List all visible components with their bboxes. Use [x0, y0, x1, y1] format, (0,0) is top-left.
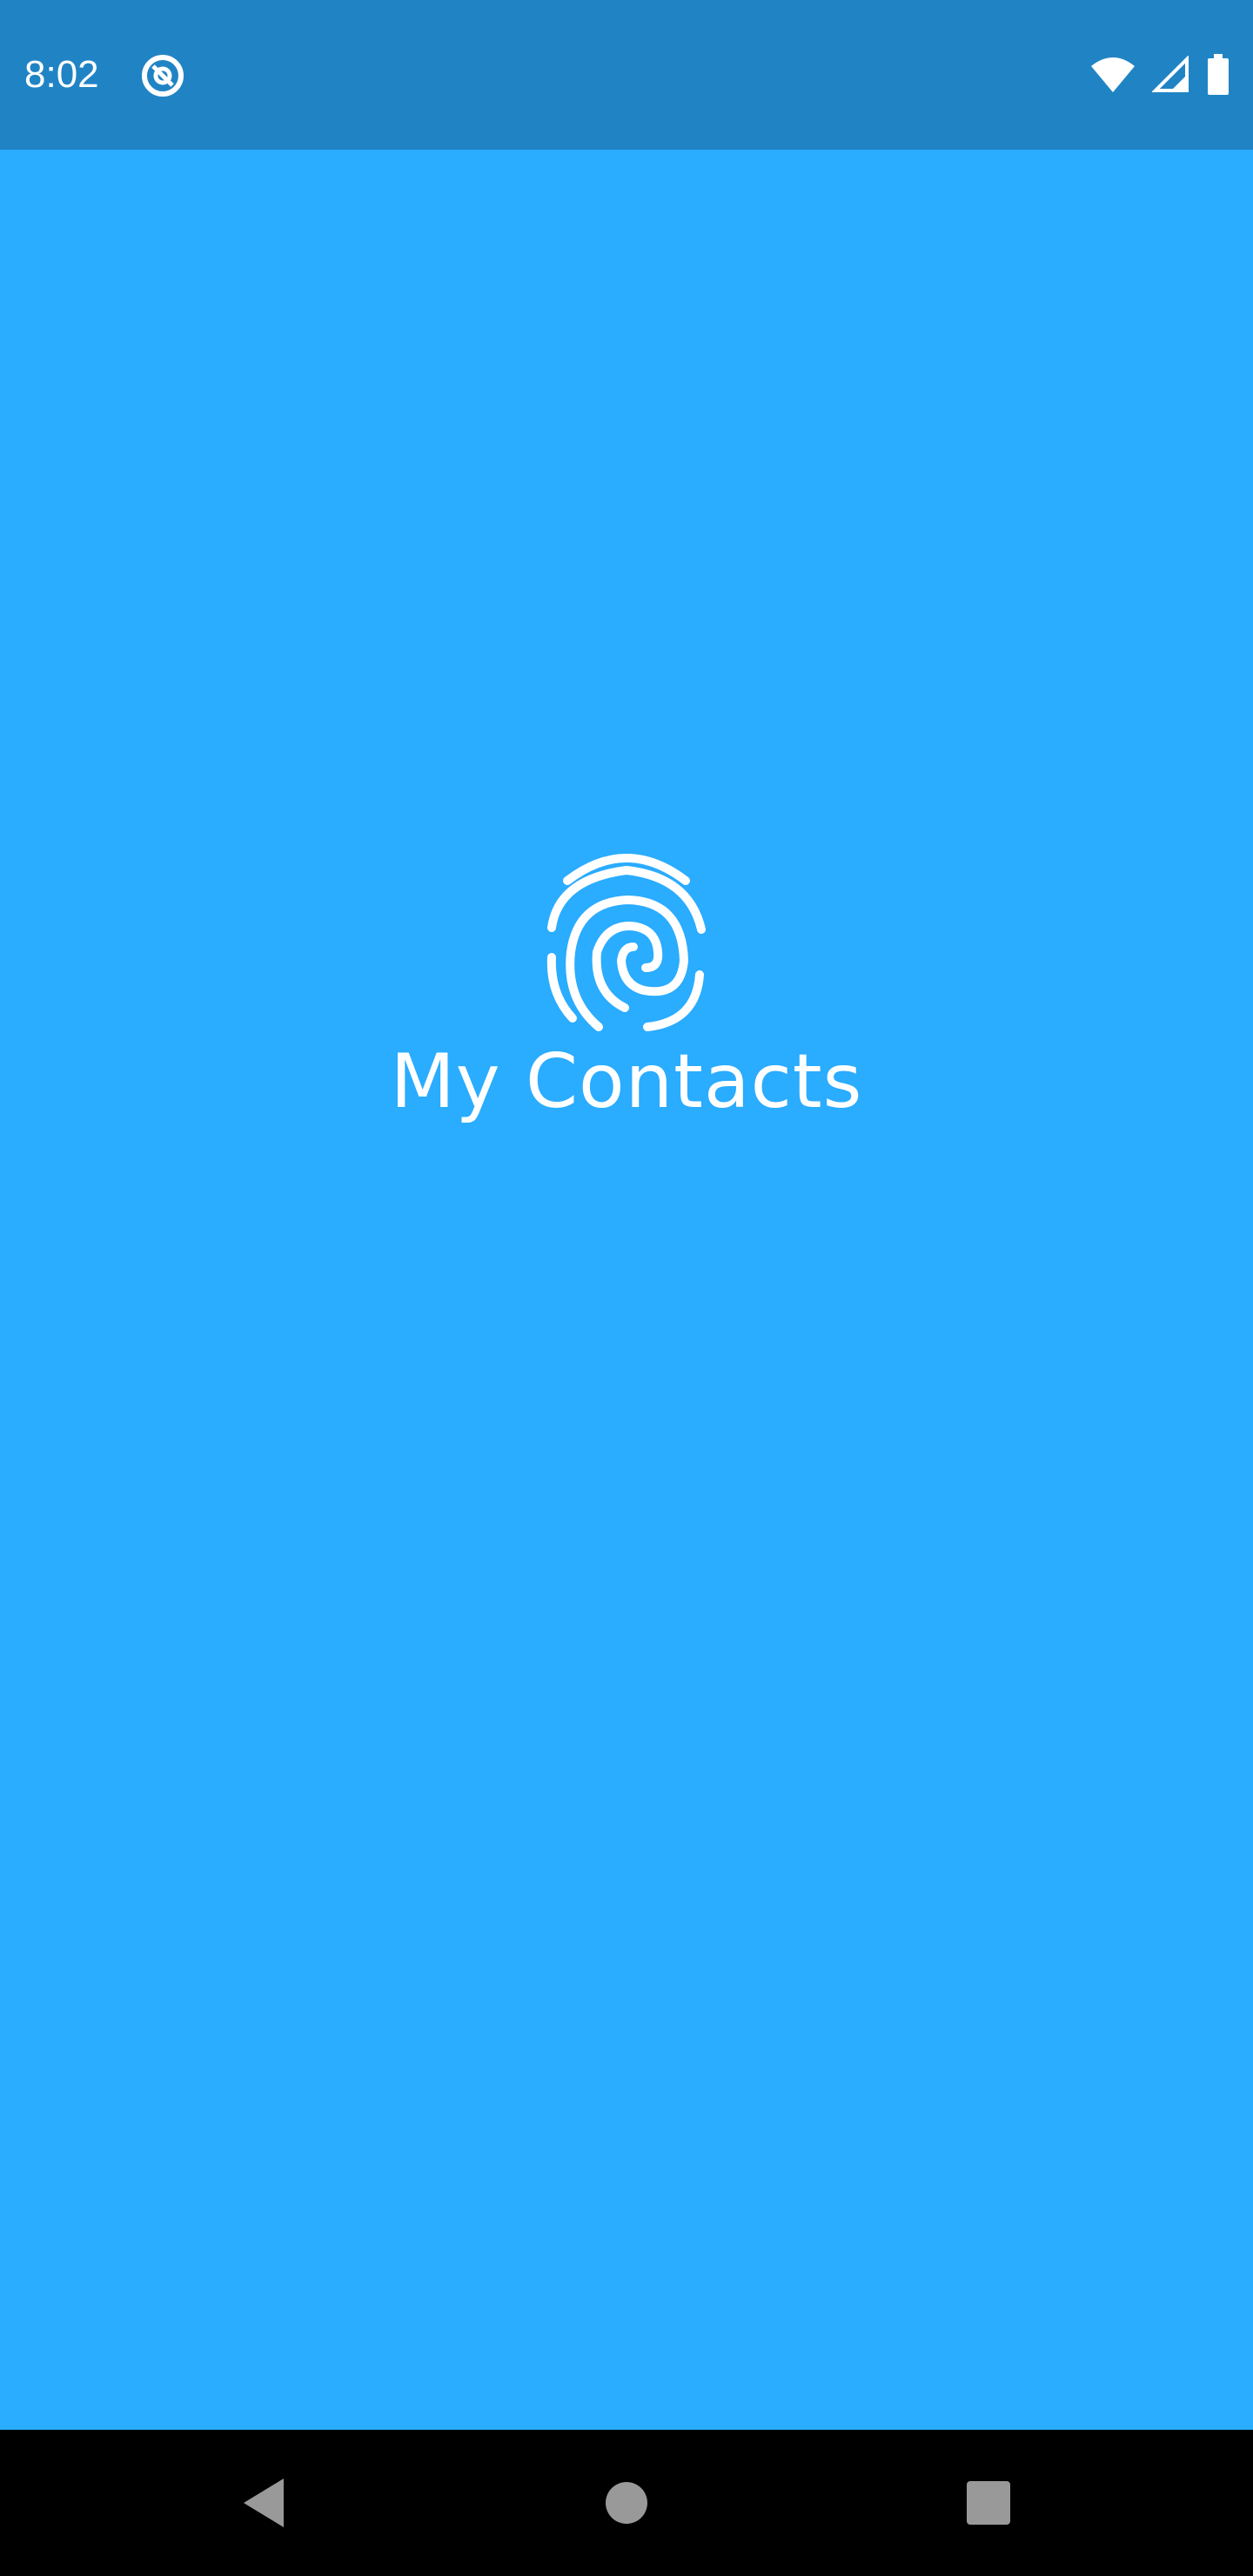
back-triangle-icon — [244, 2479, 284, 2527]
recents-button[interactable] — [954, 2468, 1023, 2538]
fingerprint-icon — [546, 854, 706, 1031]
status-icons — [1089, 54, 1230, 96]
wifi-icon — [1091, 57, 1135, 92]
cell-signal-icon — [1152, 56, 1189, 92]
at-sign-icon — [142, 55, 184, 97]
back-button[interactable] — [230, 2468, 299, 2538]
splash-screen — [0, 150, 1253, 2430]
status-bar: 8:02 — [0, 0, 1253, 150]
app-title: My Contacts — [390, 1038, 863, 1125]
screen: 8:02 My Contacts — [0, 0, 1253, 2576]
home-circle-icon — [606, 2482, 647, 2524]
recents-square-icon — [967, 2481, 1010, 2525]
home-button[interactable] — [592, 2468, 661, 2538]
battery-icon — [1208, 54, 1229, 95]
status-time: 8:02 — [24, 53, 99, 96]
navigation-bar — [0, 2430, 1253, 2576]
